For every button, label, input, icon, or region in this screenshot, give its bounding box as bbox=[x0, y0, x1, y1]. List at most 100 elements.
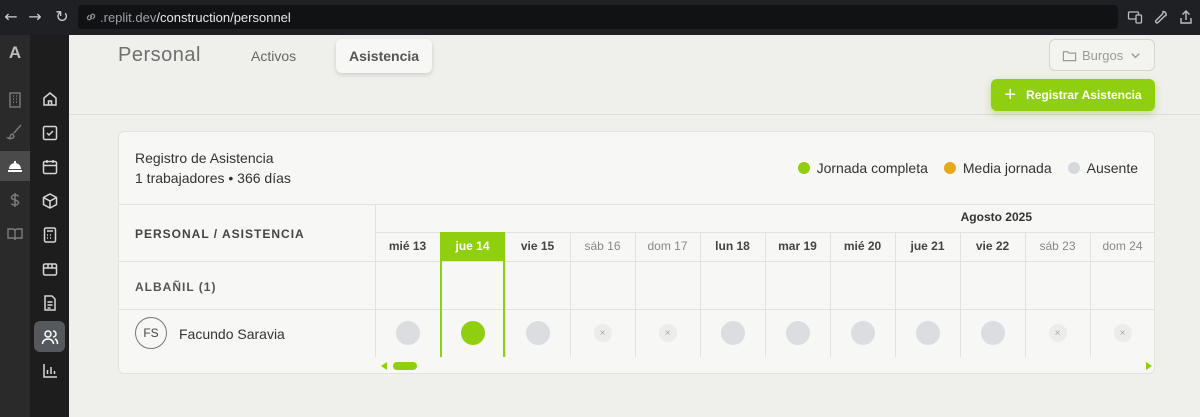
attendance-cell[interactable]: × bbox=[635, 311, 700, 355]
day-header[interactable]: jue 14 bbox=[440, 232, 505, 261]
attendance-cell[interactable] bbox=[960, 311, 1025, 355]
day-header[interactable]: vie 15 bbox=[505, 232, 570, 261]
legend-label: Jornada completa bbox=[816, 160, 928, 176]
day-header[interactable]: mar 19 bbox=[765, 232, 830, 261]
building-icon[interactable] bbox=[0, 85, 30, 115]
day-header[interactable]: sáb 16 bbox=[570, 232, 635, 261]
link-icon bbox=[86, 13, 96, 21]
scroll-right-icon[interactable] bbox=[1146, 362, 1152, 370]
scroll-left-icon[interactable] bbox=[381, 362, 387, 370]
back-arrow-icon[interactable]: ← bbox=[2, 8, 20, 26]
page-title: Personal bbox=[118, 44, 201, 66]
day-header[interactable]: sáb 23 bbox=[1025, 232, 1090, 261]
forward-arrow-icon[interactable]: → bbox=[26, 8, 44, 26]
tab-activos[interactable]: Activos bbox=[238, 39, 309, 73]
absent-mark bbox=[785, 321, 810, 345]
main-content: Personal Activos Asistencia Burgos + Reg… bbox=[69, 35, 1200, 417]
attendance-grid: PERSONAL / ASISTENCIA Agosto 2025 ALBAÑI… bbox=[119, 204, 1154, 359]
reload-icon[interactable]: ↻ bbox=[53, 8, 71, 26]
register-attendance-button[interactable]: + Registrar Asistencia bbox=[991, 79, 1155, 111]
absent-mark bbox=[395, 321, 420, 345]
tab-asistencia[interactable]: Asistencia bbox=[336, 39, 433, 73]
day-header[interactable]: mié 20 bbox=[830, 232, 895, 261]
legend-item: Jornada completa bbox=[797, 160, 928, 176]
box-icon[interactable] bbox=[34, 185, 65, 216]
register-attendance-label: Registrar Asistencia bbox=[1026, 88, 1142, 102]
day-header[interactable]: lun 18 bbox=[700, 232, 765, 261]
sidebar bbox=[30, 35, 69, 417]
folder-icon bbox=[1062, 50, 1077, 61]
attendance-cell[interactable] bbox=[700, 311, 765, 355]
calculator-icon[interactable] bbox=[34, 219, 65, 250]
page-header: Personal Activos Asistencia Burgos + Reg… bbox=[69, 35, 1200, 115]
location-selector[interactable]: Burgos bbox=[1049, 39, 1155, 71]
chevron-down-icon bbox=[1131, 52, 1140, 58]
card-subtitle: 1 trabajadores • 366 días bbox=[135, 170, 291, 186]
calendar-icon[interactable] bbox=[34, 151, 65, 182]
header-bottom-line bbox=[119, 261, 1154, 262]
day-header[interactable]: jue 21 bbox=[895, 232, 960, 261]
document-icon[interactable] bbox=[34, 287, 65, 318]
day-header[interactable]: vie 22 bbox=[960, 232, 1025, 261]
attendance-cell[interactable]: × bbox=[1025, 311, 1090, 355]
app-logo: A bbox=[8, 43, 22, 62]
home-icon[interactable] bbox=[34, 83, 65, 114]
legend-label: Ausente bbox=[1086, 160, 1138, 176]
legend-item: Media jornada bbox=[943, 160, 1052, 176]
day-header[interactable]: mié 13 bbox=[375, 232, 440, 261]
worker-name[interactable]: Facundo Saravia bbox=[179, 326, 285, 342]
attendance-cell[interactable] bbox=[440, 311, 505, 355]
horizontal-scrollbar[interactable] bbox=[375, 360, 1154, 372]
full-day-mark bbox=[460, 321, 485, 345]
attendance-cell[interactable]: × bbox=[1090, 311, 1154, 355]
dollar-icon[interactable] bbox=[0, 185, 30, 215]
checkbox-icon[interactable] bbox=[34, 117, 65, 148]
url-text: .replit.dev/construction/personnel bbox=[100, 10, 291, 25]
attendance-cell[interactable] bbox=[830, 311, 895, 355]
location-label: Burgos bbox=[1082, 47, 1124, 63]
absent-mark bbox=[850, 321, 875, 345]
attendance-cell[interactable] bbox=[375, 311, 440, 355]
legend-label: Media jornada bbox=[962, 160, 1052, 176]
scroll-thumb[interactable] bbox=[393, 362, 417, 370]
avatar: FS bbox=[135, 317, 167, 349]
share-icon[interactable] bbox=[1178, 9, 1194, 25]
day-off-mark: × bbox=[1113, 324, 1132, 342]
browser-toolbar: ← → ↻ .replit.dev/construction/personnel bbox=[0, 0, 1200, 35]
card-title: Registro de Asistencia bbox=[135, 150, 274, 166]
attendance-cell[interactable]: × bbox=[570, 311, 635, 355]
absent-mark bbox=[915, 321, 940, 345]
attendance-card: Registro de Asistencia 1 trabajadores • … bbox=[118, 131, 1155, 374]
day-off-mark: × bbox=[658, 324, 677, 342]
legend-dot bbox=[797, 162, 810, 174]
month-label: Agosto 2025 bbox=[960, 210, 1032, 224]
package-icon[interactable] bbox=[34, 253, 65, 284]
wrench-icon[interactable] bbox=[1153, 9, 1169, 25]
day-off-mark: × bbox=[593, 324, 612, 342]
plus-icon: + bbox=[1004, 84, 1017, 106]
day-off-mark: × bbox=[1048, 324, 1067, 342]
hardhat-icon[interactable] bbox=[0, 151, 30, 181]
app-rail: A bbox=[0, 35, 30, 417]
row-divider bbox=[119, 309, 1154, 310]
legend-item: Ausente bbox=[1067, 160, 1138, 176]
legend-dot bbox=[1067, 162, 1080, 174]
attendance-cell[interactable] bbox=[765, 311, 830, 355]
users-icon[interactable] bbox=[34, 321, 65, 352]
group-label: ALBAÑIL (1) bbox=[135, 280, 217, 294]
address-bar[interactable]: .replit.dev/construction/personnel bbox=[78, 5, 1118, 29]
absent-mark bbox=[720, 321, 745, 345]
day-header[interactable]: dom 24 bbox=[1090, 232, 1154, 261]
brush-icon[interactable] bbox=[0, 117, 30, 147]
book-icon[interactable] bbox=[0, 219, 30, 249]
absent-mark bbox=[980, 321, 1005, 345]
attendance-cell[interactable] bbox=[895, 311, 960, 355]
absent-mark bbox=[525, 321, 550, 345]
legend-dot bbox=[943, 162, 956, 174]
grid-left-header: PERSONAL / ASISTENCIA bbox=[135, 227, 305, 241]
chart-icon[interactable] bbox=[34, 355, 65, 386]
legend: Jornada completa Media jornada Ausente bbox=[797, 160, 1138, 176]
attendance-cell[interactable] bbox=[505, 311, 570, 355]
devices-icon[interactable] bbox=[1127, 9, 1143, 25]
day-header[interactable]: dom 17 bbox=[635, 232, 700, 261]
